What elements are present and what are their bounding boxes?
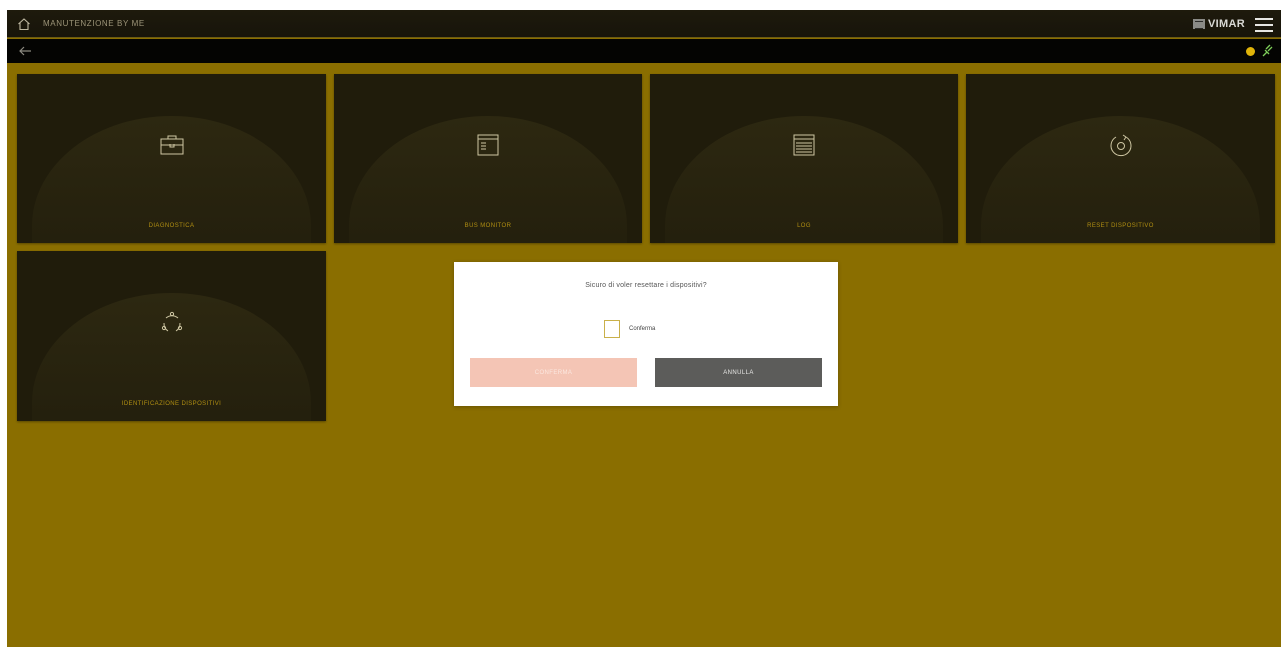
- top-bar: MANUTENZIONE BY ME VIMAR: [7, 10, 1281, 38]
- tile-label: DIAGNOSTICA: [148, 223, 195, 229]
- log-list-icon: [793, 134, 815, 156]
- plug-icon[interactable]: [1261, 44, 1273, 58]
- tile-identificazione-dispositivi[interactable]: IDENTIFICAZIONE DISPOSITIVI: [17, 251, 326, 421]
- tile-diagnostica[interactable]: DIAGNOSTICA: [17, 74, 326, 243]
- back-arrow-icon[interactable]: [17, 44, 33, 58]
- tile-label: RESET DISPOSITIVO: [1087, 223, 1154, 229]
- tile-label: LOG: [797, 223, 811, 229]
- confirm-button[interactable]: CONFERMA: [470, 358, 637, 387]
- status-dot-icon: [1246, 47, 1255, 56]
- dialog-question: Sicuro di voler resettare i dispositivi?: [585, 282, 707, 289]
- cancel-button[interactable]: ANNULLA: [655, 358, 822, 387]
- tile-bus-monitor[interactable]: BUS MONITOR: [334, 74, 642, 243]
- confirm-checkbox-row: Conferma: [604, 320, 655, 338]
- page-title: MANUTENZIONE BY ME: [43, 19, 145, 28]
- vimar-logo-icon: [1193, 19, 1206, 29]
- monitor-window-icon: [477, 134, 499, 156]
- confirm-checkbox-label: Conferma: [629, 326, 656, 332]
- reset-confirm-dialog: Sicuro di voler resettare i dispositivi?…: [454, 262, 838, 406]
- devices-network-icon: [161, 311, 182, 332]
- toolbox-icon: [160, 135, 183, 155]
- confirm-checkbox[interactable]: [604, 320, 620, 338]
- sub-bar: [7, 39, 1281, 63]
- tile-reset-dispositivo[interactable]: RESET DISPOSITIVO: [966, 74, 1275, 243]
- home-icon[interactable]: [17, 17, 31, 31]
- tile-label: IDENTIFICAZIONE DISPOSITIVI: [121, 401, 222, 407]
- brand-name: VIMAR: [1208, 18, 1245, 30]
- tile-label: BUS MONITOR: [464, 223, 512, 229]
- app-frame: MANUTENZIONE BY ME VIMAR DIAGNOSTICA BUS…: [7, 10, 1281, 647]
- hamburger-menu-icon[interactable]: [1255, 18, 1273, 32]
- reset-icon: [1110, 134, 1131, 157]
- tile-log[interactable]: LOG: [650, 74, 958, 243]
- brand-logo: VIMAR: [1193, 17, 1245, 31]
